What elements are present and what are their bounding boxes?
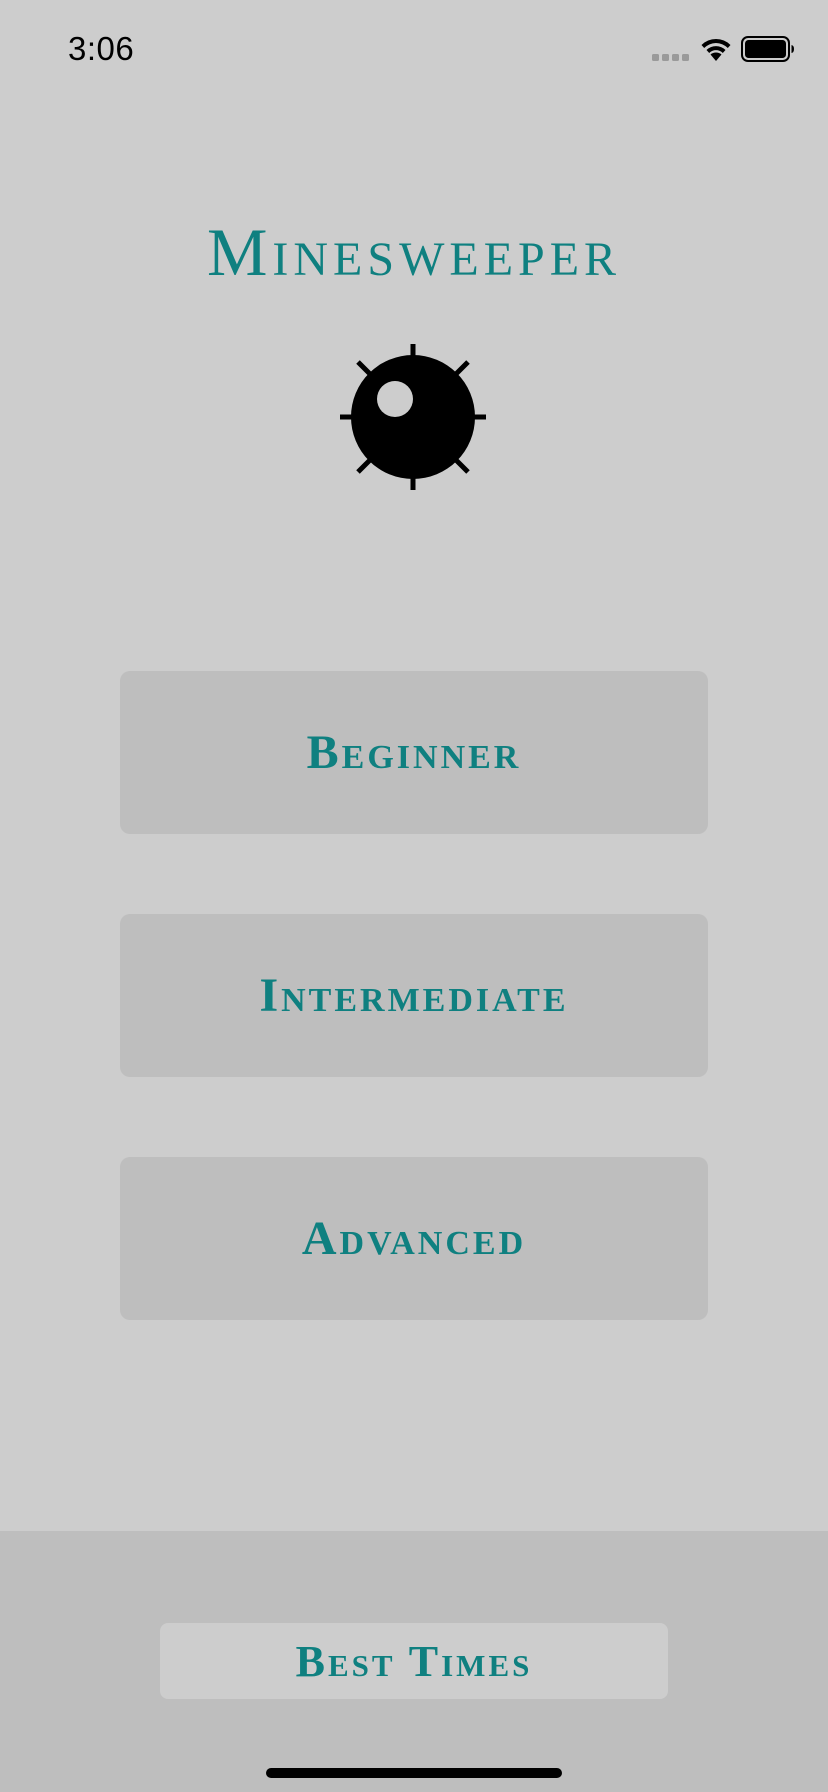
- app-title: Minesweeper: [206, 214, 622, 290]
- advanced-button[interactable]: Advanced: [120, 1157, 708, 1320]
- battery-icon: [741, 36, 794, 62]
- best-times-button-label: Best Times: [295, 1636, 533, 1686]
- advanced-button-label: Advanced: [301, 1212, 527, 1265]
- beginner-button[interactable]: Beginner: [120, 671, 708, 834]
- wifi-icon: [701, 38, 731, 61]
- cellular-signal-icon: [652, 54, 689, 61]
- best-times-button[interactable]: Best Times: [160, 1623, 668, 1699]
- status-bar: 3:06: [0, 0, 828, 100]
- bottom-panel: Best Times: [0, 1531, 828, 1792]
- beginner-button-label: Beginner: [306, 726, 522, 779]
- intermediate-button-label: Intermediate: [259, 969, 569, 1022]
- mine-icon: [340, 344, 486, 490]
- intermediate-button[interactable]: Intermediate: [120, 914, 708, 1077]
- status-time: 3:06: [68, 30, 135, 67]
- home-indicator[interactable]: [266, 1768, 562, 1778]
